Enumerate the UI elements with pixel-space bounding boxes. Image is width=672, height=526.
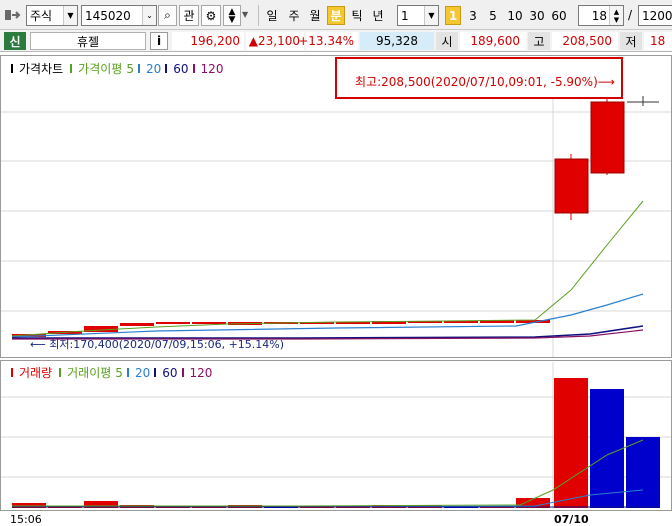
legend-swatch bbox=[59, 368, 62, 377]
legend-swatch bbox=[11, 368, 13, 377]
candle bbox=[120, 323, 154, 326]
volume-ma-60: 60 bbox=[162, 365, 178, 380]
volume-ma-label: 거래이평 bbox=[67, 366, 112, 380]
volume-legend-title: 거래량 bbox=[19, 366, 53, 380]
candle bbox=[156, 322, 190, 324]
xaxis-label-date: 07/10 bbox=[554, 513, 589, 526]
candle bbox=[590, 101, 625, 174]
low-price-annotation: ⟵ 최저:170,400(2020/07/09,15:06, +15.14%) bbox=[30, 338, 285, 351]
volume-legend: 거래량 거래이평 5 20 60 120 bbox=[11, 364, 212, 381]
high-price-callout: 최고:208,500(2020/07/10,09:01, -5.90%)⟶ bbox=[335, 57, 623, 99]
legend-swatch bbox=[154, 368, 157, 377]
volume-ma-5: 5 bbox=[115, 365, 123, 380]
volume-ma-120: 120 bbox=[189, 365, 213, 380]
volume-chart-panel[interactable]: 거래량 거래이평 5 20 60 120 bbox=[0, 360, 672, 511]
legend-swatch bbox=[181, 368, 184, 377]
ma5-line bbox=[11, 200, 644, 337]
high-price-annotation: 최고:208,500(2020/07/10,09:01, -5.90%)⟶ bbox=[355, 75, 615, 89]
candle bbox=[554, 158, 589, 214]
legend-swatch bbox=[126, 368, 129, 377]
candle bbox=[192, 322, 226, 324]
volume-ma-20: 20 bbox=[134, 365, 151, 380]
xaxis-label-left: 15:06 bbox=[10, 513, 42, 526]
